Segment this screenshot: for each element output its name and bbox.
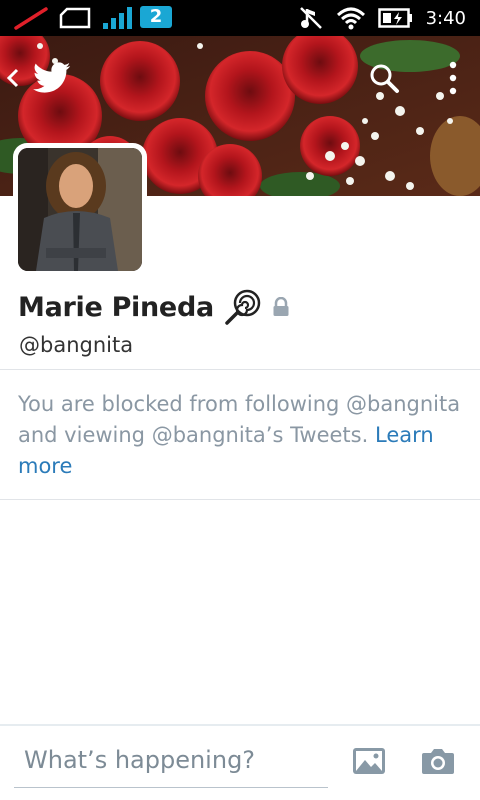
- lock-icon: [273, 297, 289, 316]
- avatar: [18, 148, 142, 271]
- overflow-menu-icon: [449, 61, 457, 95]
- signal-bars-icon: [103, 7, 132, 29]
- camera-button[interactable]: [421, 746, 455, 780]
- lollipop-icon: [225, 289, 261, 325]
- compose-input[interactable]: What’s happening?: [14, 742, 328, 788]
- chevron-left-icon: [6, 68, 19, 88]
- status-bar-right: 3:40: [298, 5, 466, 31]
- profile-handle: @bangnita: [19, 333, 134, 357]
- search-icon: [370, 64, 399, 93]
- profile-name-row: Marie Pineda: [18, 289, 290, 325]
- blocked-notice: You are blocked from following @bangnita…: [18, 389, 468, 482]
- twitter-logo[interactable]: [32, 60, 72, 96]
- compose-placeholder: What’s happening?: [24, 746, 256, 774]
- status-bar: 2 3:40: [0, 0, 480, 36]
- divider: [0, 499, 480, 500]
- profile-avatar-frame[interactable]: [13, 143, 147, 276]
- sim-card-icon: [59, 7, 91, 29]
- mute-icon: [299, 7, 322, 29]
- divider: [0, 369, 480, 370]
- avatar-photo: [18, 148, 142, 271]
- image-icon: [353, 748, 385, 774]
- sim-slot-badge: 2: [140, 6, 172, 28]
- clock: 3:40: [425, 7, 466, 29]
- no-sim-icon: [14, 7, 48, 30]
- battery-charging-icon: [377, 8, 412, 28]
- back-button[interactable]: [2, 64, 24, 92]
- camera-icon: [422, 749, 454, 774]
- status-bar-left: [14, 6, 138, 30]
- overflow-menu-button[interactable]: [440, 58, 466, 98]
- search-button[interactable]: [366, 60, 402, 96]
- add-photo-button[interactable]: [352, 746, 386, 780]
- twitter-bird-icon: [33, 62, 71, 93]
- wifi-icon: [336, 7, 365, 30]
- profile-name: Marie Pineda: [18, 291, 214, 323]
- compose-bar: What’s happening?: [0, 724, 480, 800]
